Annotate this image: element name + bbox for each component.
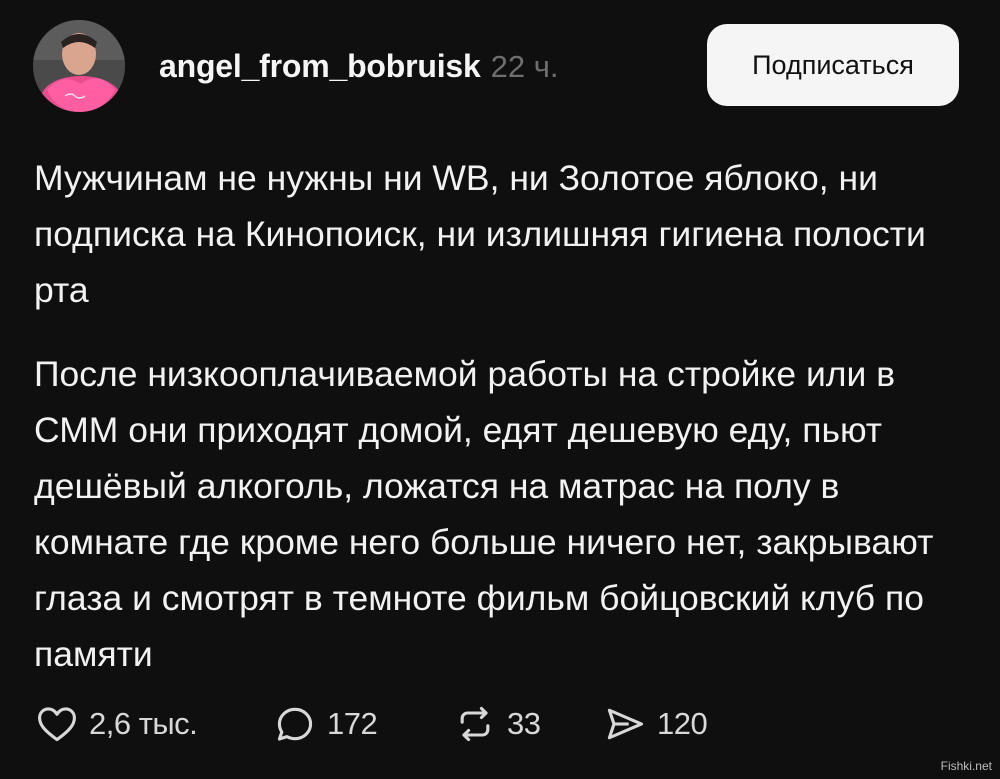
post-timestamp: 22 ч.	[490, 49, 559, 84]
post-body: Мужчинам не нужны ни WB, ни Золотое ябло…	[34, 150, 964, 682]
watermark: Fishki.net	[940, 759, 992, 773]
subscribe-button[interactable]: Подписаться	[707, 24, 959, 106]
send-arrow-icon	[601, 700, 649, 748]
post-card: angel_from_bobruisk 22 ч. Подписаться Муж…	[0, 0, 1000, 779]
repost-arrows-icon	[451, 700, 499, 748]
like-count: 2,6 тыс.	[89, 706, 198, 741]
post-paragraph: Мужчинам не нужны ни WB, ни Золотое ябло…	[34, 158, 926, 310]
comment-bubble-icon	[271, 700, 319, 748]
post-paragraph: После низкооплачиваемой работы на стройк…	[34, 354, 934, 674]
avatar[interactable]	[33, 20, 125, 112]
comment-count: 172	[327, 706, 378, 741]
heart-icon	[33, 700, 81, 748]
like-button[interactable]: 2,6 тыс.	[33, 700, 271, 748]
share-count: 120	[657, 706, 708, 741]
share-button[interactable]: 120	[601, 700, 741, 748]
repost-count: 33	[507, 706, 541, 741]
avatar-image	[33, 20, 125, 112]
post-header: angel_from_bobruisk 22 ч. Подписаться	[33, 20, 963, 116]
author-meta: angel_from_bobruisk 22 ч.	[159, 48, 558, 85]
author-username[interactable]: angel_from_bobruisk	[159, 48, 481, 84]
repost-button[interactable]: 33	[451, 700, 601, 748]
post-actions: 2,6 тыс. 172 33 120	[33, 698, 741, 750]
comment-button[interactable]: 172	[271, 700, 451, 748]
